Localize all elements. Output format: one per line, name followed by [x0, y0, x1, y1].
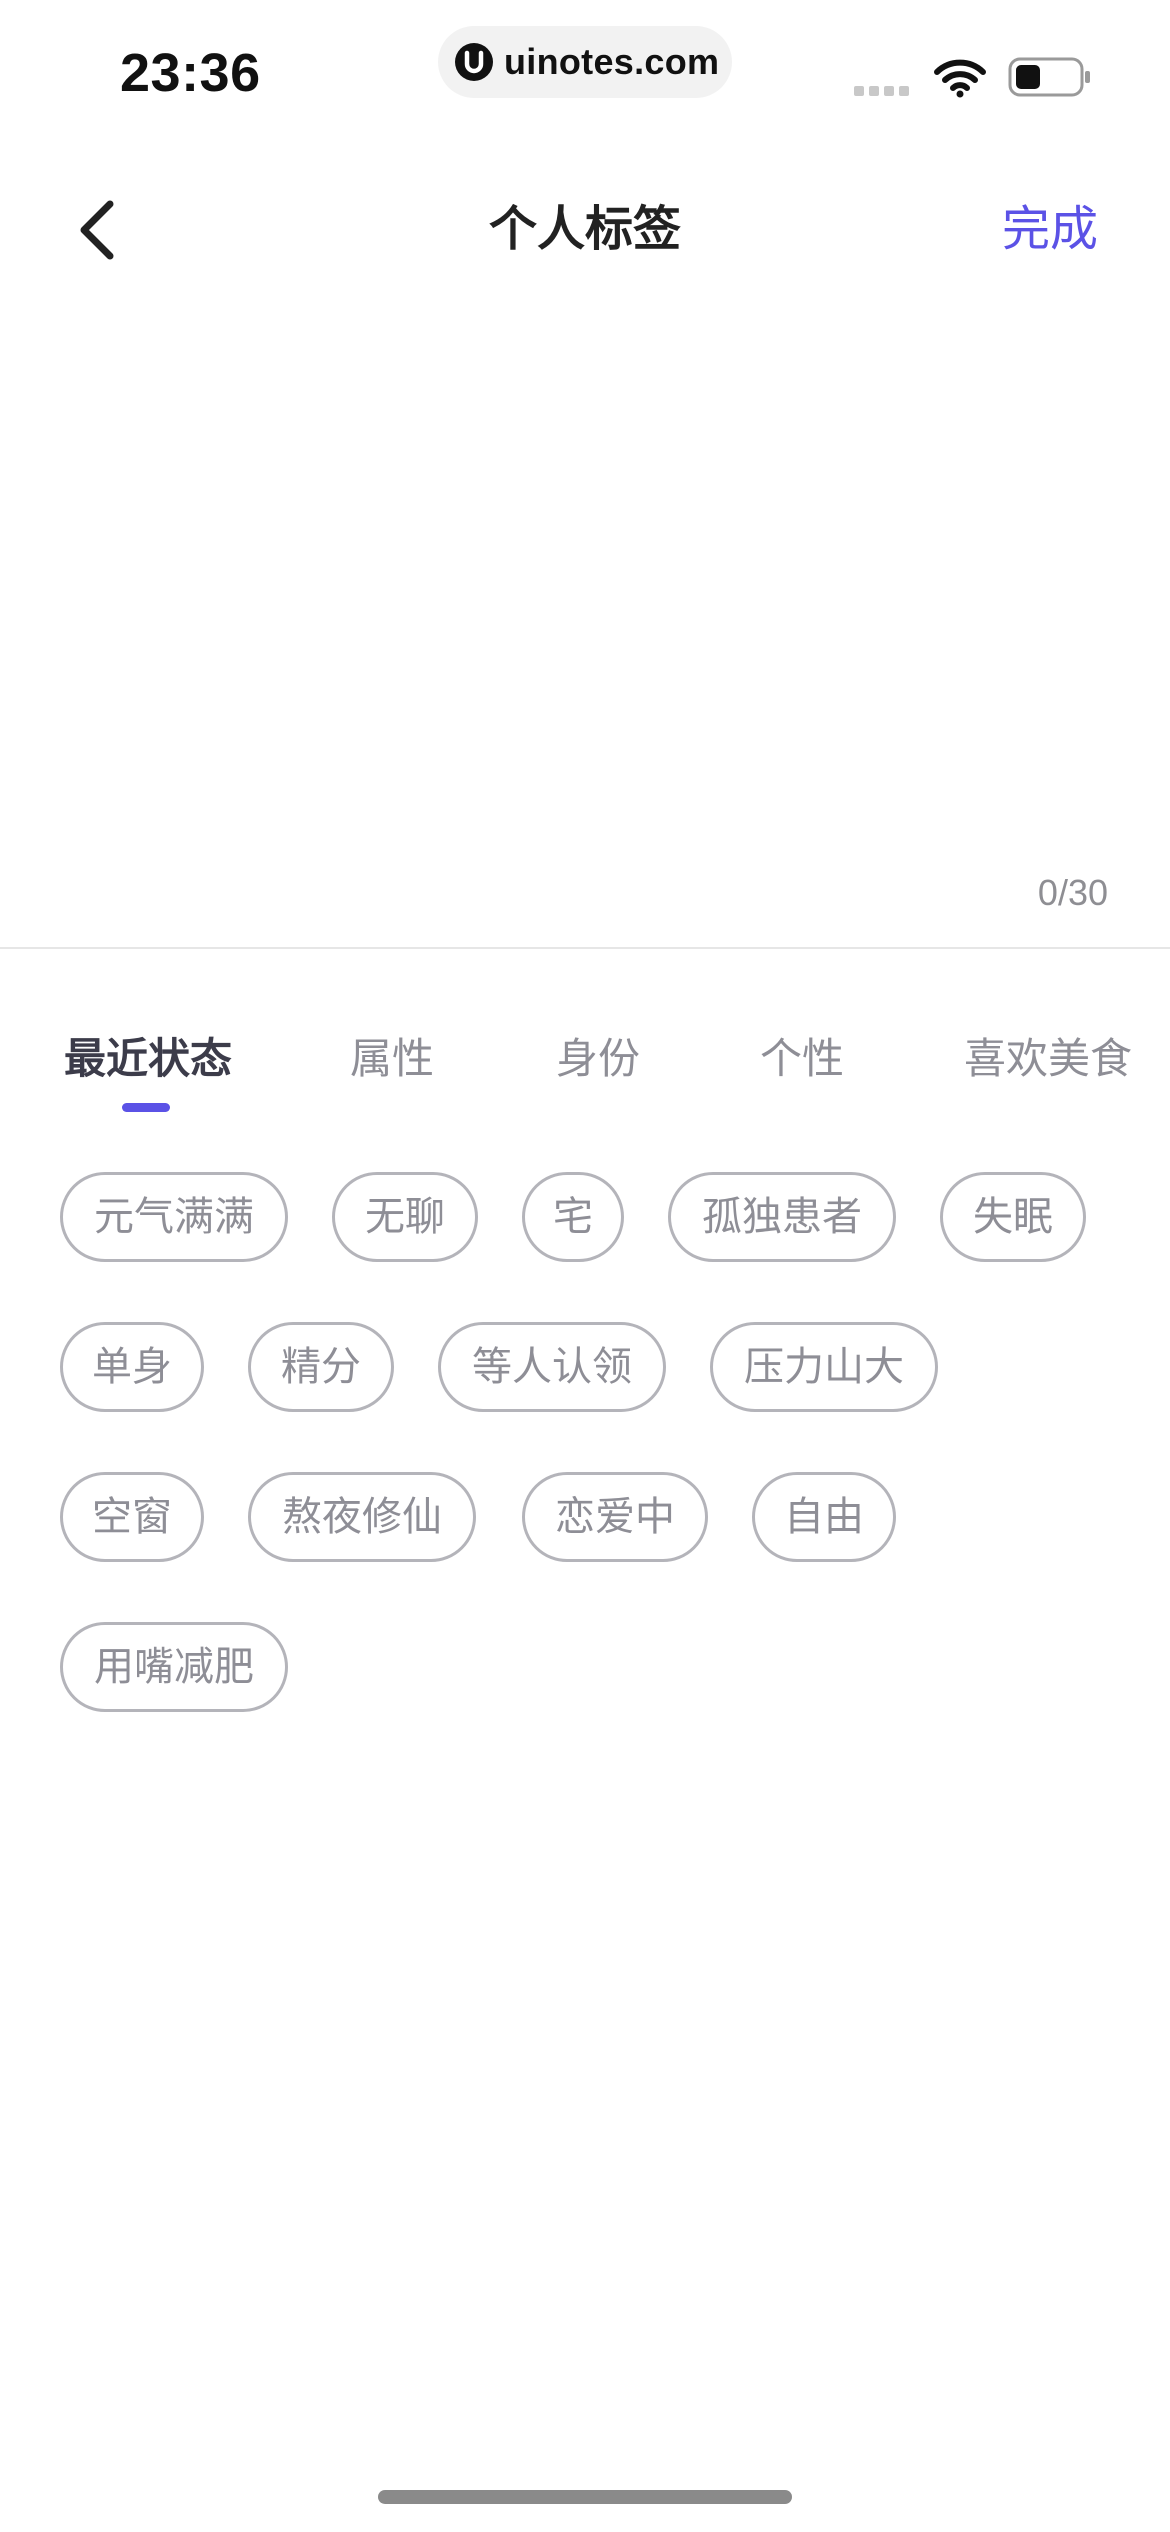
tag-chip[interactable]: 精分 — [248, 1322, 394, 1412]
tag-chip[interactable]: 元气满满 — [60, 1172, 288, 1262]
done-button[interactable]: 完成 — [1002, 196, 1098, 262]
url-pill[interactable]: uinotes.com — [438, 26, 732, 98]
tag-chip[interactable]: 熬夜修仙 — [248, 1472, 476, 1562]
battery-icon — [1008, 57, 1090, 97]
divider — [0, 947, 1170, 949]
tab-favorite-food[interactable]: 喜欢美食 — [964, 1028, 1132, 1090]
tag-chip[interactable]: 宅 — [522, 1172, 624, 1262]
category-tabs: 最近状态 属性 身份 个性 喜欢美食 — [0, 1028, 1170, 1118]
url-text: uinotes.com — [504, 41, 720, 82]
tag-chip[interactable]: 失眠 — [940, 1172, 1086, 1262]
signal-icon — [854, 86, 909, 96]
site-logo-icon — [455, 43, 493, 81]
tab-personality[interactable]: 个性 — [760, 1028, 844, 1090]
tag-chip[interactable]: 用嘴减肥 — [60, 1622, 288, 1712]
tab-attributes[interactable]: 属性 — [350, 1028, 434, 1090]
wifi-icon — [934, 59, 986, 98]
tag-chip[interactable]: 无聊 — [332, 1172, 478, 1262]
tag-chip[interactable]: 单身 — [60, 1322, 204, 1412]
status-time: 23:36 — [120, 43, 261, 103]
tag-chip[interactable]: 压力山大 — [710, 1322, 938, 1412]
tag-input[interactable] — [60, 300, 1110, 860]
active-tab-indicator — [122, 1103, 170, 1112]
home-indicator[interactable] — [378, 2490, 792, 2504]
tab-recent-status[interactable]: 最近状态 — [64, 1028, 232, 1090]
tag-chip[interactable]: 等人认领 — [438, 1322, 666, 1412]
char-counter: 0/30 — [1037, 872, 1108, 913]
tab-identity[interactable]: 身份 — [556, 1028, 640, 1090]
tag-chip[interactable]: 空窗 — [60, 1472, 204, 1562]
tag-chip[interactable]: 孤独患者 — [668, 1172, 896, 1262]
tag-chip[interactable]: 恋爱中 — [522, 1472, 708, 1562]
page-title: 个人标签 — [488, 201, 681, 257]
tag-chip[interactable]: 自由 — [752, 1472, 896, 1562]
